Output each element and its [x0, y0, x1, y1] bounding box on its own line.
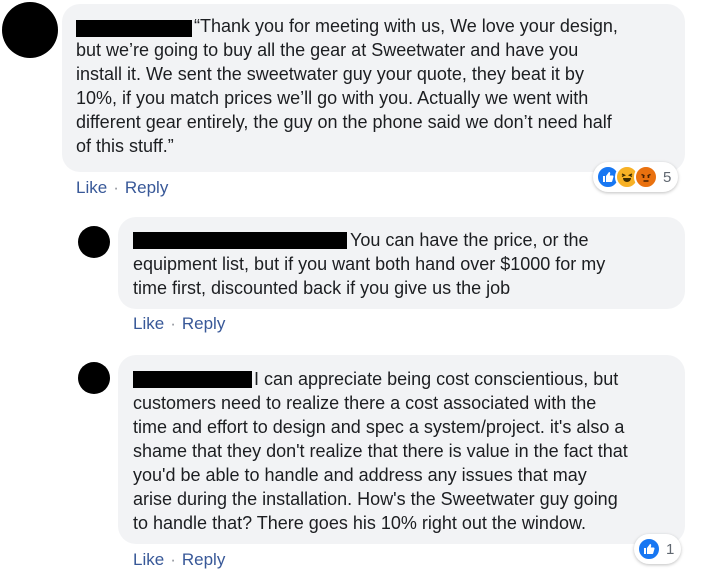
- avatar[interactable]: [78, 362, 110, 394]
- like-button[interactable]: Like: [133, 550, 164, 570]
- reply-button[interactable]: Reply: [182, 550, 225, 570]
- reaction-count: 1: [666, 540, 675, 558]
- reply-button[interactable]: Reply: [125, 178, 168, 198]
- separator: ·: [113, 178, 119, 197]
- avatar[interactable]: [2, 2, 58, 58]
- comment-text-1: “Thank you for meeting with us, We love …: [76, 16, 618, 156]
- comment-text-2: You can have the price, or the equipment…: [133, 230, 606, 298]
- reaction-count: 5: [663, 168, 672, 186]
- comment-actions-3: Like · Reply: [133, 550, 225, 570]
- like-button[interactable]: Like: [133, 314, 164, 334]
- reply-button[interactable]: Reply: [182, 314, 225, 334]
- avatar[interactable]: [78, 226, 110, 258]
- angry-icon: [634, 165, 658, 189]
- reaction-summary-1[interactable]: 5: [593, 162, 679, 192]
- reaction-summary-3[interactable]: 1: [634, 534, 682, 564]
- comment-text-3: I can appreciate being cost conscientiou…: [133, 369, 628, 533]
- separator: ·: [170, 550, 176, 569]
- separator: ·: [170, 314, 176, 333]
- like-icon: [637, 537, 661, 561]
- like-button[interactable]: Like: [76, 178, 107, 198]
- comment-actions-2: Like · Reply: [133, 314, 225, 334]
- comment-actions-1: Like · Reply: [76, 178, 168, 198]
